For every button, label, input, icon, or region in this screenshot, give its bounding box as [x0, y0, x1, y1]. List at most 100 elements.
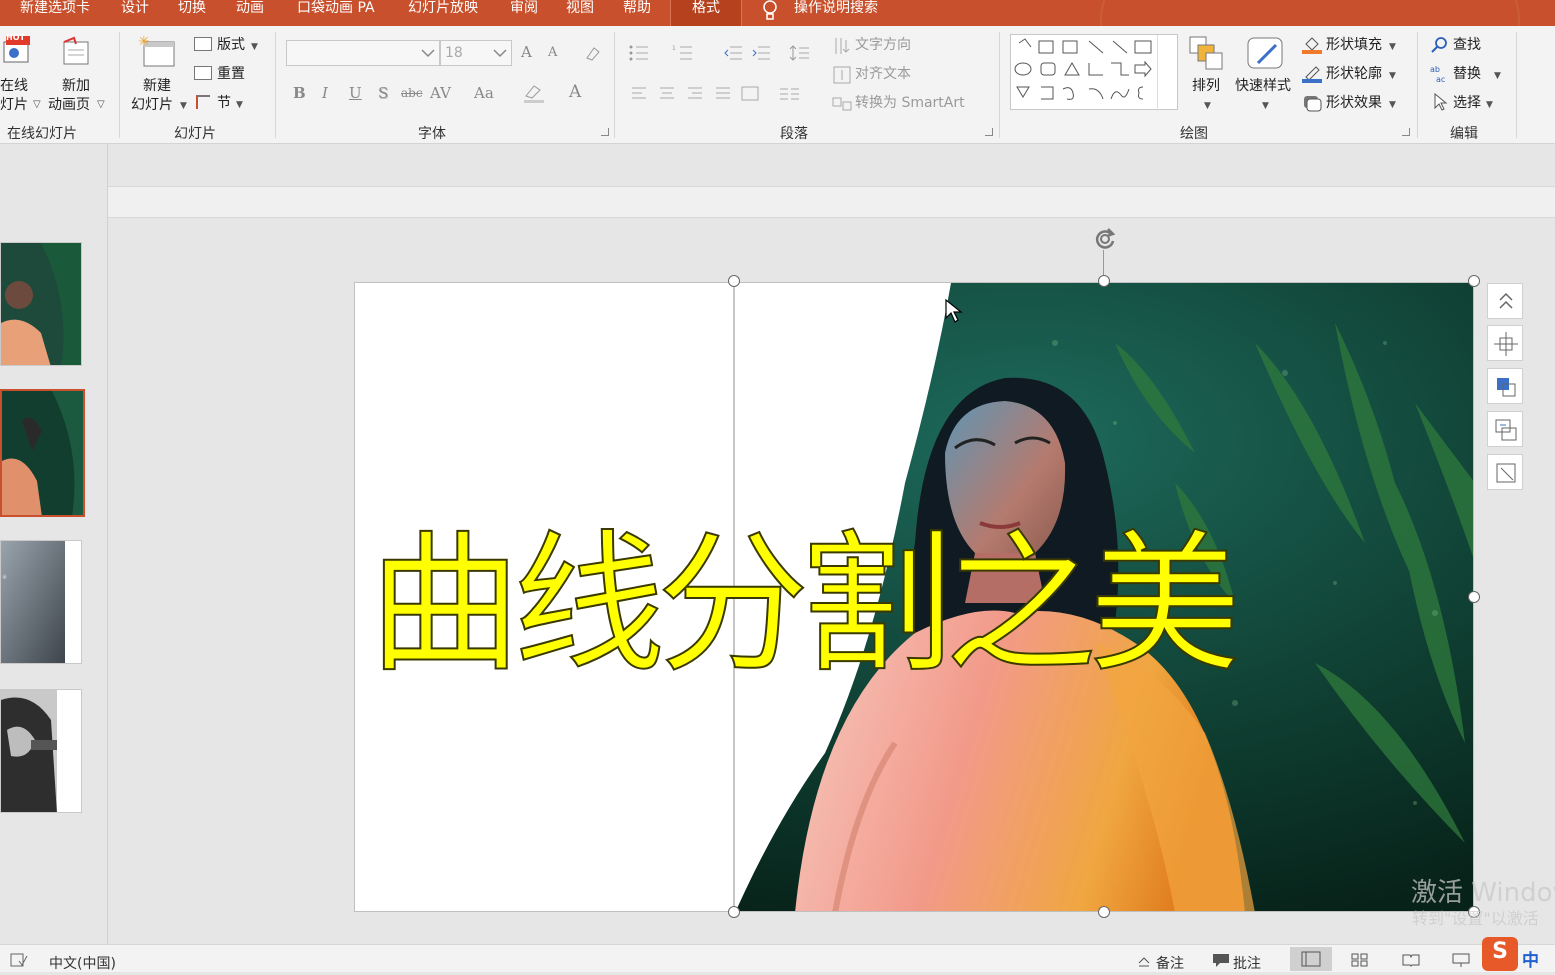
- bold-button[interactable]: B: [293, 84, 306, 102]
- crop-button[interactable]: [1487, 454, 1523, 490]
- text-direction-button[interactable]: 文字方向: [855, 37, 911, 53]
- replace-icon[interactable]: ab ac: [1429, 64, 1449, 84]
- char-spacing-button[interactable]: AV: [430, 84, 451, 102]
- replace-image-button[interactable]: [1487, 411, 1523, 447]
- layout-icon[interactable]: [194, 37, 212, 51]
- tab-new-tab[interactable]: 新建选项卡: [20, 0, 90, 26]
- convert-smartart-button[interactable]: 转换为 SmartArt: [855, 95, 965, 111]
- find-button[interactable]: 查找: [1453, 37, 1481, 53]
- resize-handle-top-left[interactable]: [728, 275, 740, 287]
- tab-pocket-animation[interactable]: 口袋动画 PA: [297, 0, 375, 26]
- shape-effects-button[interactable]: 形状效果: [1326, 95, 1382, 111]
- section-button[interactable]: 节: [217, 95, 231, 111]
- shapes-gallery[interactable]: [1010, 34, 1178, 111]
- paragraph-dialog-launcher[interactable]: [985, 128, 993, 136]
- chevron-down-icon[interactable]: ▼: [1389, 68, 1396, 84]
- resize-handle-bottom-left[interactable]: [728, 906, 740, 918]
- new-animation-page-icon[interactable]: [60, 36, 92, 68]
- chevron-down-icon[interactable]: ▼: [1204, 98, 1211, 114]
- font-color-button[interactable]: A: [569, 82, 581, 102]
- search-icon[interactable]: [1431, 36, 1449, 54]
- tab-format[interactable]: 格式: [670, 0, 742, 26]
- chevron-down-icon[interactable]: ▼: [1389, 97, 1396, 113]
- slideshow-view-icon[interactable]: [1452, 953, 1470, 967]
- select-cursor-icon[interactable]: [1432, 92, 1448, 111]
- font-dialog-launcher[interactable]: [601, 128, 609, 136]
- chevron-down-icon[interactable]: ▽: [97, 97, 105, 113]
- chevron-down-icon[interactable]: ▼: [1389, 39, 1396, 55]
- new-slide-icon[interactable]: ✳: [138, 34, 178, 70]
- line-spacing-icon[interactable]: [789, 44, 819, 62]
- resize-handle-top-right[interactable]: [1468, 275, 1480, 287]
- font-size-combo[interactable]: 18: [440, 40, 512, 66]
- quick-styles-button[interactable]: 快速样式: [1235, 78, 1291, 94]
- shape-effects-icon[interactable]: [1302, 94, 1322, 112]
- drawing-dialog-launcher[interactable]: [1402, 128, 1410, 136]
- slide-sorter-icon[interactable]: [1351, 953, 1369, 967]
- quick-styles-icon[interactable]: [1244, 35, 1286, 73]
- text-direction-icon[interactable]: [832, 36, 852, 56]
- clear-format-icon[interactable]: [584, 44, 602, 62]
- paint-bucket-icon[interactable]: [1302, 36, 1322, 54]
- layer-order-button[interactable]: [1487, 368, 1523, 404]
- decrease-indent-icon[interactable]: [724, 44, 742, 62]
- underline-button[interactable]: U: [349, 84, 362, 102]
- increase-indent-icon[interactable]: [752, 44, 770, 62]
- align-text-icon[interactable]: [832, 65, 852, 85]
- slide-thumbnail-1[interactable]: [0, 242, 82, 366]
- numbering-icon[interactable]: 1: [672, 44, 712, 62]
- bullets-icon[interactable]: [628, 44, 668, 62]
- slide-title[interactable]: 曲线分割之美: [368, 524, 1242, 686]
- shape-outline-button[interactable]: 形状轮廓: [1326, 66, 1382, 82]
- pen-icon[interactable]: [1302, 65, 1322, 83]
- tell-me-search[interactable]: 操作说明搜索: [794, 0, 878, 26]
- layout-button[interactable]: 版式: [217, 37, 245, 53]
- tab-view[interactable]: 视图: [566, 0, 594, 26]
- shape-fill-button[interactable]: 形状填充: [1326, 37, 1382, 53]
- sogou-ime-icon[interactable]: S: [1482, 937, 1518, 971]
- tab-review[interactable]: 审阅: [510, 0, 538, 26]
- italic-button[interactable]: I: [322, 84, 328, 102]
- chevron-down-icon[interactable]: ▼: [236, 97, 243, 113]
- resize-handle-bottom[interactable]: [1098, 906, 1110, 918]
- alignment-buttons[interactable]: [630, 86, 770, 102]
- chevron-down-icon[interactable]: ▼: [251, 39, 258, 55]
- normal-view-button[interactable]: [1290, 947, 1332, 971]
- collapse-toolbar-button[interactable]: [1487, 283, 1523, 319]
- tab-slideshow[interactable]: 幻灯片放映: [408, 0, 478, 26]
- ime-mode-indicator[interactable]: 中: [1522, 946, 1539, 971]
- chevron-down-icon[interactable]: ▽: [33, 97, 41, 113]
- arrange-icon[interactable]: [1188, 35, 1226, 73]
- align-text-button[interactable]: 对齐文本: [855, 66, 911, 82]
- tab-animations[interactable]: 动画: [236, 0, 264, 26]
- reset-icon[interactable]: [194, 66, 212, 80]
- rotate-handle-icon[interactable]: [1092, 226, 1118, 252]
- chevron-down-icon[interactable]: ▼: [1494, 68, 1501, 84]
- tab-transitions[interactable]: 切换: [178, 0, 206, 26]
- language-indicator[interactable]: 中文(中国): [49, 953, 116, 973]
- spell-check-icon[interactable]: [10, 953, 28, 967]
- section-icon[interactable]: [196, 95, 210, 109]
- chevron-down-icon[interactable]: ▼: [1262, 98, 1269, 114]
- columns-icon[interactable]: [778, 86, 808, 102]
- tab-design[interactable]: 设计: [121, 0, 149, 26]
- tab-help[interactable]: 帮助: [623, 0, 651, 26]
- arrange-button[interactable]: 排列: [1192, 78, 1220, 94]
- grow-font-button[interactable]: A: [521, 43, 532, 61]
- shrink-font-button[interactable]: A: [548, 45, 557, 60]
- strikethrough-button[interactable]: abc: [401, 86, 423, 100]
- align-center-button[interactable]: [1487, 325, 1523, 361]
- reset-button[interactable]: 重置: [217, 66, 245, 82]
- resize-handle-right[interactable]: [1468, 591, 1480, 603]
- chevron-down-icon[interactable]: ▼: [1486, 97, 1493, 113]
- slide-thumbnail-4[interactable]: [0, 689, 82, 813]
- select-button[interactable]: 选择: [1453, 95, 1481, 111]
- highlight-color-icon[interactable]: [522, 82, 548, 104]
- font-name-combo[interactable]: [286, 40, 440, 66]
- smartart-icon[interactable]: [832, 94, 852, 114]
- comments-button[interactable]: 批注: [1233, 953, 1261, 973]
- shadow-button[interactable]: S: [378, 84, 388, 102]
- slide-thumbnail-2[interactable]: [0, 389, 85, 517]
- slide-canvas[interactable]: 曲线分割之美: [354, 282, 1474, 912]
- chevron-down-icon[interactable]: ▼: [180, 98, 187, 114]
